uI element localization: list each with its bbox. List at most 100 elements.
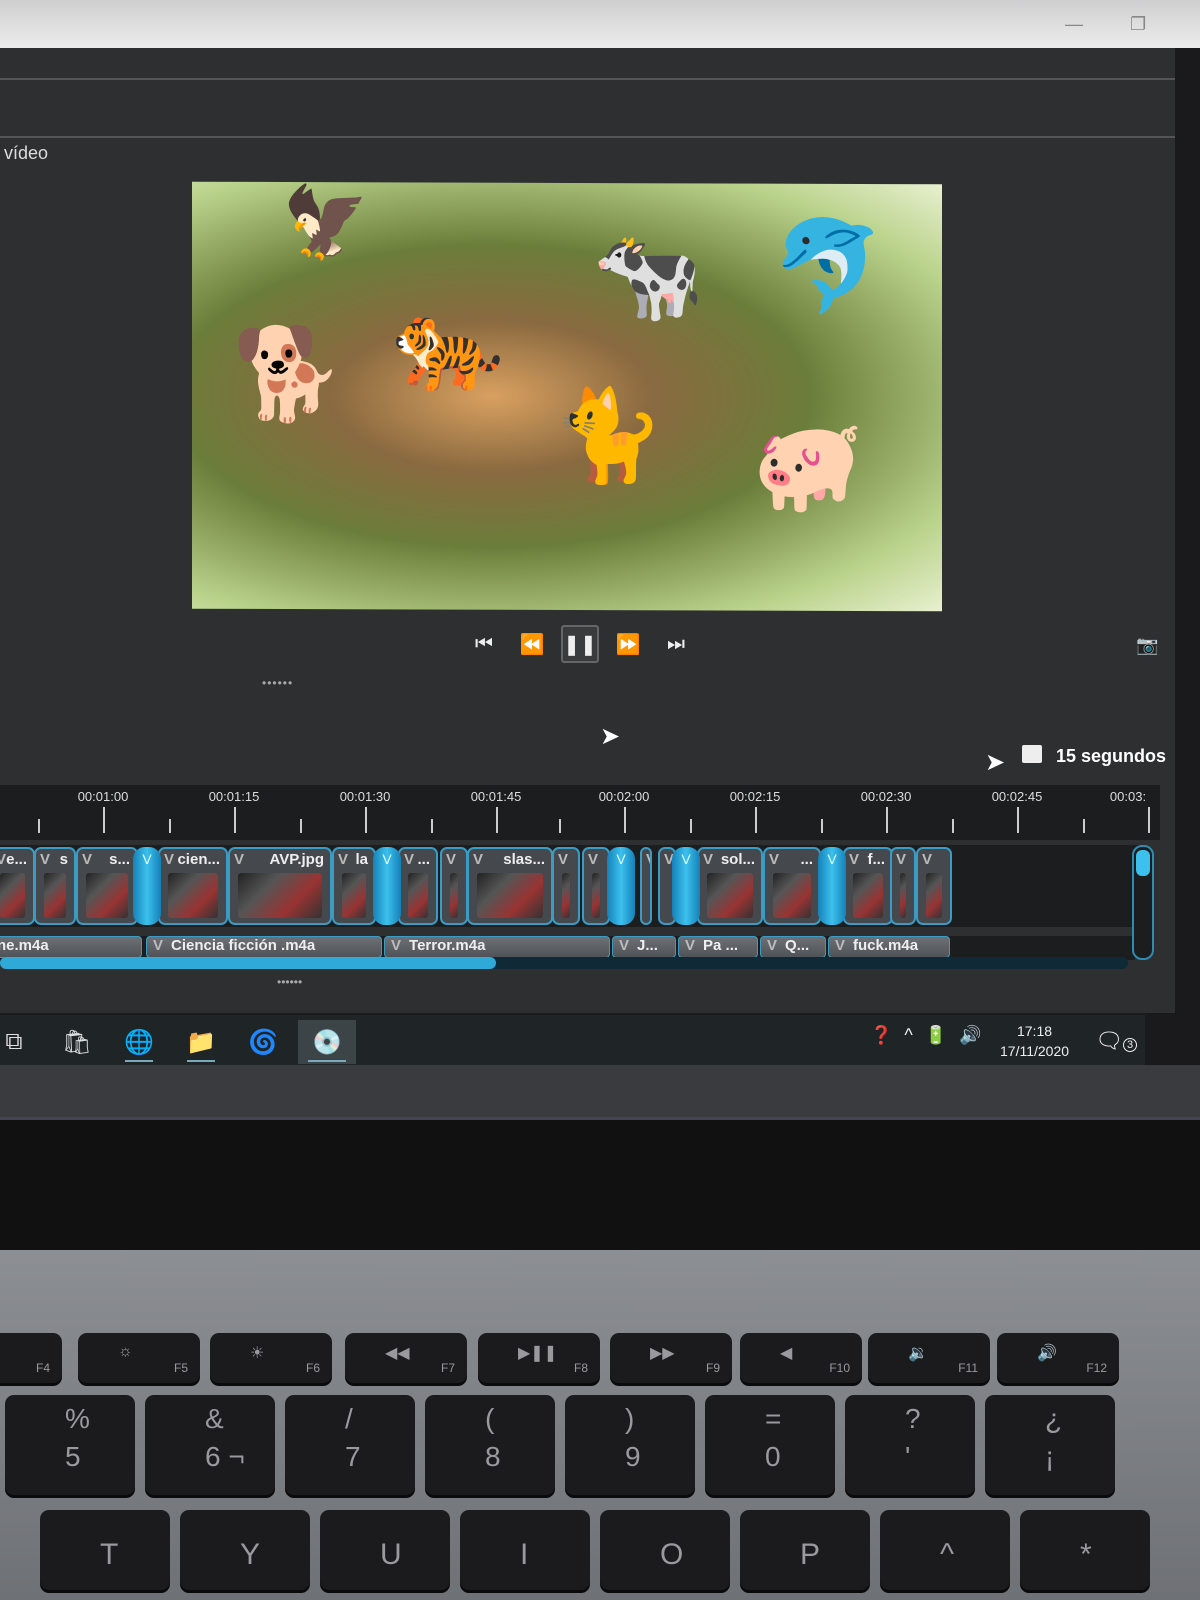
key-t[interactable]: T [40,1510,170,1590]
key-f9[interactable]: F9 ▶▶ [610,1333,732,1383]
store-icon[interactable]: 🛍 [53,1020,101,1064]
file-explorer-icon[interactable]: 📁 [177,1020,225,1064]
clip-menu-chevron-icon[interactable]: V [685,937,695,954]
audio-clip[interactable]: Vfuck.m4a [828,936,950,958]
transition-marker[interactable]: V [672,847,700,925]
volume-icon[interactable]: 🔊 [959,1025,981,1046]
key-i[interactable]: I [460,1510,590,1590]
video-clip[interactable]: V AVP.jpg [228,847,332,925]
key-f11[interactable]: F11 🔉 [868,1333,990,1383]
transition-marker[interactable]: V [133,847,161,925]
video-clip[interactable]: Vs... [76,847,138,925]
key-f10[interactable]: F10 ◀ [740,1333,862,1383]
transition-marker[interactable]: V [373,847,401,925]
video-clip[interactable]: Vf... [843,847,893,925]
video-clip[interactable]: V... [763,847,821,925]
audio-clip[interactable]: V Pa ... [678,936,758,958]
clip-menu-chevron-icon[interactable]: V [849,851,859,868]
video-clip[interactable]: Ve... [0,847,35,925]
key-9[interactable]: ) 9 [565,1395,695,1495]
clip-menu-chevron-icon[interactable]: V [473,851,483,868]
clip-menu-chevron-icon[interactable]: V [338,851,348,868]
camera-icon[interactable]: 📷 [1136,635,1158,656]
key-5[interactable]: % 5 [5,1395,135,1495]
transition-marker[interactable]: V [818,847,846,925]
chevron-up-icon[interactable]: ^ [904,1025,912,1046]
clip-menu-chevron-icon[interactable]: V [404,851,414,868]
rewind-button[interactable]: ⏪ [513,625,551,663]
clip-menu-chevron-icon[interactable]: V [153,937,163,954]
key-p[interactable]: P [740,1510,870,1590]
chrome-icon[interactable]: 🌐 [115,1020,163,1064]
video-clip[interactable]: Vla [332,847,376,925]
playback-progress-bar[interactable] [0,957,1128,969]
clip-menu-chevron-icon[interactable]: V [446,851,456,868]
clock[interactable]: 17:18 17/11/2020 [1000,1021,1069,1061]
video-clip[interactable]: V [582,847,610,925]
clip-menu-chevron-icon[interactable]: V [767,937,777,954]
scrollbar-thumb[interactable] [1136,850,1150,876]
restore-icon[interactable]: ❐ [1130,14,1146,35]
audio-clip[interactable]: V Terror.m4a [384,936,610,958]
video-clip[interactable]: Vslas... [467,847,553,925]
key-o[interactable]: O [600,1510,730,1590]
clip-menu-chevron-icon[interactable]: V [588,851,598,868]
key-f6[interactable]: F6 ☀ [210,1333,332,1383]
key-0[interactable]: = 0 [705,1395,835,1495]
key-^[interactable]: ^ [880,1510,1010,1590]
key-y[interactable]: Y [180,1510,310,1590]
video-clip[interactable]: V... [398,847,438,925]
key-6 ¬[interactable]: & 6 ¬ [145,1395,275,1495]
video-clip[interactable]: V [552,847,580,925]
edge-icon[interactable]: 🌀 [239,1020,287,1064]
resize-handle[interactable]: •••••• [277,975,302,989]
skip-end-button[interactable]: ⏭ [657,625,695,663]
audio-clip[interactable]: V Q... [760,936,826,958]
key-f8[interactable]: F8 ▶❚❚ [478,1333,600,1383]
key-¡[interactable]: ¿ ¡ [985,1395,1115,1495]
key-f7[interactable]: F7 ◀◀ [345,1333,467,1383]
video-clip[interactable]: V [916,847,952,925]
key-7[interactable]: /7 [285,1395,415,1495]
clip-menu-chevron-icon[interactable]: V [646,851,650,868]
clip-menu-chevron-icon[interactable]: V [0,851,6,868]
clip-menu-chevron-icon[interactable]: V [234,851,244,868]
video-editor-taskbar-icon[interactable]: 💿 [298,1020,356,1064]
clip-menu-chevron-icon[interactable]: V [835,937,845,954]
video-clip[interactable]: Vsol... [697,847,763,925]
resize-handle[interactable]: •••••• [262,676,293,690]
minimize-icon[interactable]: — [1065,14,1083,35]
video-clip[interactable]: V [890,847,916,925]
key-*[interactable]: * [1020,1510,1150,1590]
transition-marker[interactable]: V [607,847,635,925]
timeline-scrollbar[interactable] [1132,845,1154,960]
key-u[interactable]: U [320,1510,450,1590]
zoom-checkbox[interactable] [1022,745,1042,763]
audio-clip[interactable]: ne.m4a [0,936,142,958]
skip-start-button[interactable]: ⏮ [465,625,503,663]
key-'[interactable]: ? ' [845,1395,975,1495]
clip-menu-chevron-icon[interactable]: V [922,851,932,868]
video-clip[interactable]: Vs [34,847,76,925]
clip-menu-chevron-icon[interactable]: V [619,937,629,954]
audio-clip[interactable]: V J... [612,936,676,958]
timeline-ruler[interactable]: 00:01:00 00:01:15 00:01:30 00:01:45 00:02:00… [0,785,1160,840]
clip-menu-chevron-icon[interactable]: V [391,937,401,954]
fast-forward-button[interactable]: ⏩ [609,625,647,663]
clip-menu-chevron-icon[interactable]: V [769,851,779,868]
video-clip[interactable]: V [640,847,652,925]
key-f4[interactable]: F4▫▫ [0,1333,62,1383]
pause-button[interactable]: ❚❚ [561,625,599,663]
clip-menu-chevron-icon[interactable]: V [896,851,906,868]
clip-menu-chevron-icon[interactable]: V [82,851,92,868]
video-clip[interactable]: Vcien... [158,847,228,925]
help-icon[interactable]: ❓ [870,1025,892,1046]
key-f12[interactable]: F12 🔊 [997,1333,1119,1383]
audio-clip[interactable]: V Ciencia ficción .m4a [146,936,382,958]
video-clip[interactable]: V [440,847,468,925]
key-8[interactable]: (8 [425,1395,555,1495]
video-preview[interactable]: 🐕 🐅 🐈 🐄 🐖 🐬 🦅 [192,181,942,612]
clip-menu-chevron-icon[interactable]: V [558,851,568,868]
battery-icon[interactable]: 🔋 [925,1025,947,1046]
notification-icon[interactable]: 🗨 3 [1095,1028,1138,1054]
